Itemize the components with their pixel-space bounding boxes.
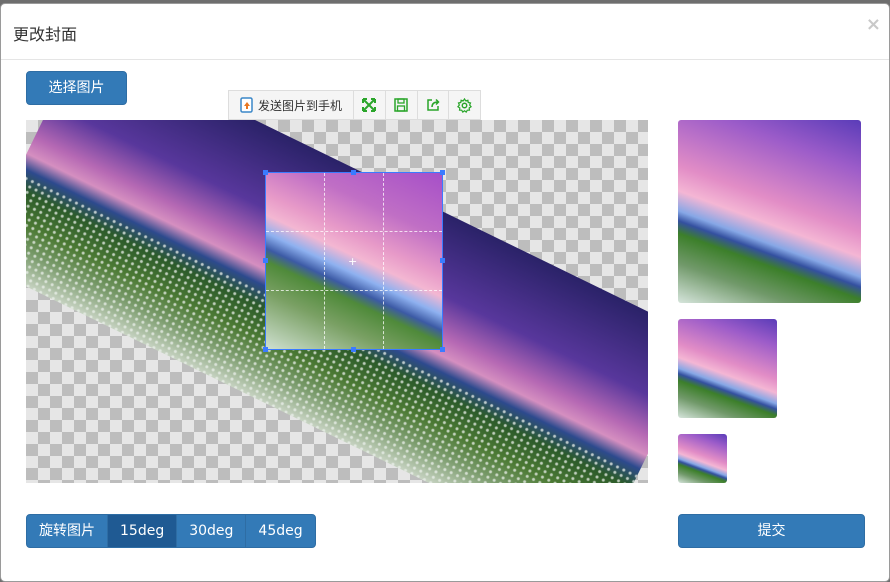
rotate-15deg-button[interactable]: 15deg xyxy=(107,514,178,548)
send-to-phone-button[interactable]: 发送图片到手机 xyxy=(229,91,354,119)
preview-small xyxy=(678,434,727,483)
crop-handle-w[interactable] xyxy=(263,258,268,263)
share-button[interactable] xyxy=(418,91,450,119)
rotate-button-group: 旋转图片 15deg 30deg 45deg xyxy=(26,514,316,548)
fullscreen-icon xyxy=(362,98,377,112)
crop-handle-sw[interactable] xyxy=(263,347,268,352)
dialog-header: 更改封面 × xyxy=(1,4,889,60)
rotate-45deg-button[interactable]: 45deg xyxy=(245,514,316,548)
crop-grid-line xyxy=(266,231,442,232)
crop-grid-line xyxy=(324,173,325,349)
crop-center-icon: + xyxy=(348,255,358,268)
rotate-30deg-button[interactable]: 30deg xyxy=(176,514,247,548)
send-to-phone-icon xyxy=(240,97,253,113)
crop-selection-box[interactable]: + xyxy=(265,172,443,350)
rotate-image-button[interactable]: 旋转图片 xyxy=(26,514,108,548)
dialog-title: 更改封面 xyxy=(13,25,78,44)
crop-grid-line xyxy=(266,290,442,291)
settings-icon xyxy=(457,97,473,113)
crop-handle-s[interactable] xyxy=(351,347,356,352)
crop-handle-nw[interactable] xyxy=(263,170,268,175)
crop-grid-line xyxy=(383,173,384,349)
send-to-phone-label: 发送图片到手机 xyxy=(257,98,342,113)
save-icon xyxy=(394,98,408,112)
crop-handle-se[interactable] xyxy=(440,347,445,352)
crop-handle-n[interactable] xyxy=(351,170,356,175)
save-button[interactable] xyxy=(386,91,418,119)
crop-handle-ne[interactable] xyxy=(440,170,445,175)
fullscreen-button[interactable] xyxy=(354,91,386,119)
settings-button[interactable] xyxy=(449,91,480,119)
share-icon xyxy=(427,98,440,111)
close-icon[interactable]: × xyxy=(866,14,881,35)
submit-button[interactable]: 提交 xyxy=(678,514,865,548)
crop-handle-e[interactable] xyxy=(440,258,445,263)
select-image-button[interactable]: 选择图片 xyxy=(26,71,127,105)
preview-medium xyxy=(678,319,777,418)
preview-large xyxy=(678,120,861,303)
image-toolbar: 发送图片到手机 xyxy=(228,90,481,120)
